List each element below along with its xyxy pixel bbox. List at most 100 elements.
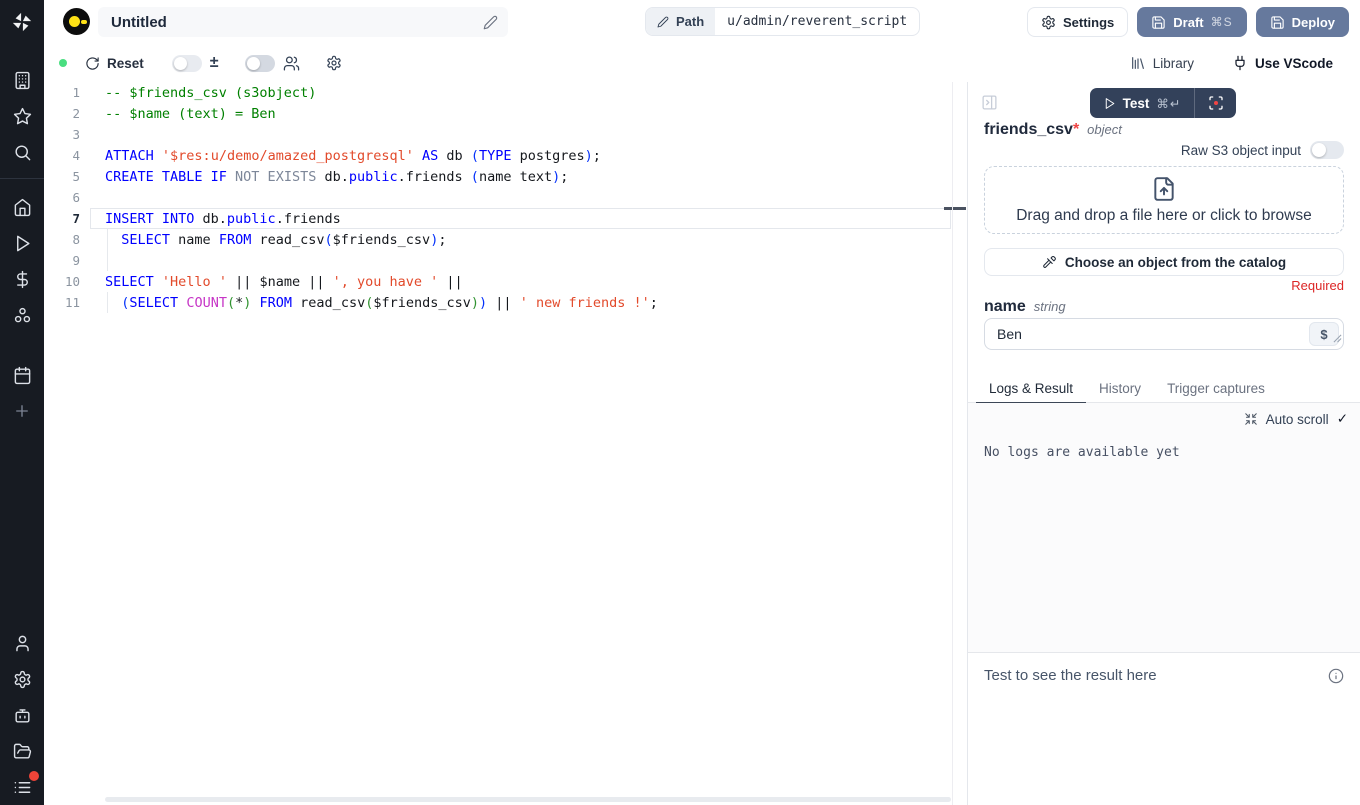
home-icon[interactable] <box>0 189 44 225</box>
test-button-group: Test ⌘↵ <box>1090 88 1236 118</box>
required-asterisk: * <box>1073 121 1079 138</box>
name-input-wrapper: $ <box>984 318 1344 350</box>
code-text: INSERT INTO db.public.friends <box>94 211 341 227</box>
variables-dollar-icon[interactable] <box>0 261 44 297</box>
code-line-3[interactable]: 3 <box>44 124 952 145</box>
indent-guide <box>107 292 108 313</box>
use-vscode-button[interactable]: Use VScode <box>1232 55 1333 71</box>
runs-play-icon[interactable] <box>0 225 44 261</box>
workspace-icon[interactable] <box>0 62 44 98</box>
path-edit-button[interactable]: Path <box>646 8 715 35</box>
code-line-8[interactable]: 8 SELECT name FROM read_csv($friends_csv… <box>44 229 952 250</box>
code-text: CREATE TABLE IF NOT EXISTS db.public.fri… <box>94 169 568 185</box>
diff-mode-toggle[interactable] <box>172 55 202 72</box>
line-number[interactable]: 5 <box>44 169 94 184</box>
reset-button[interactable]: Reset <box>85 56 144 71</box>
run-panel: Test ⌘↵ friends_csv* object Raw S3 objec… <box>968 82 1360 805</box>
collapse-panel-icon[interactable] <box>981 94 998 111</box>
deploy-button[interactable]: Deploy <box>1256 7 1349 37</box>
info-icon[interactable] <box>1328 668 1344 684</box>
draft-button[interactable]: Draft ⌘S <box>1137 7 1246 37</box>
capture-test-icon[interactable] <box>1194 88 1236 118</box>
line-number[interactable]: 10 <box>44 274 94 289</box>
arg-type: string <box>1034 299 1066 314</box>
top-bar: Path u/admin/reverent_script Settings Dr… <box>44 0 1360 44</box>
script-title-field[interactable] <box>98 7 508 37</box>
reset-label: Reset <box>107 56 144 71</box>
code-text: ATTACH '$res:u/demo/amazed_postgresql' A… <box>94 148 601 164</box>
draft-label: Draft <box>1173 15 1203 30</box>
tab-trigger-captures[interactable]: Trigger captures <box>1154 378 1278 404</box>
code-line-2[interactable]: 2-- $name (text) = Ben <box>44 103 952 124</box>
line-number[interactable]: 4 <box>44 148 94 163</box>
raw-s3-toggle-row: Raw S3 object input <box>1181 141 1344 159</box>
file-dropzone[interactable]: Drag and drop a file here or click to br… <box>984 166 1344 234</box>
line-number[interactable]: 6 <box>44 190 94 205</box>
path-pill[interactable]: Path u/admin/reverent_script <box>645 7 920 36</box>
code-line-9[interactable]: 9 <box>44 250 952 271</box>
code-line-10[interactable]: 10SELECT 'Hello ' || $name || ', you hav… <box>44 271 952 292</box>
search-icon[interactable] <box>0 134 44 170</box>
settings-gear-icon[interactable] <box>0 661 44 697</box>
line-number[interactable]: 9 <box>44 253 94 268</box>
tab-history[interactable]: History <box>1086 378 1154 404</box>
user-icon[interactable] <box>0 625 44 661</box>
code-editor[interactable]: 1-- $friends_csv (s3object)2-- $name (te… <box>44 82 952 805</box>
settings-button[interactable]: Settings <box>1027 7 1128 37</box>
code-text: -- $friends_csv (s3object) <box>94 85 316 101</box>
autoscroll-checkmark[interactable]: ✓ <box>1337 411 1348 427</box>
favorites-star-icon[interactable] <box>0 98 44 134</box>
script-title-input[interactable] <box>111 14 483 31</box>
tab-logs-result[interactable]: Logs & Result <box>976 378 1086 404</box>
expand-logs-icon[interactable] <box>1244 412 1258 426</box>
file-upload-icon <box>1151 176 1177 202</box>
line-number[interactable]: 7 <box>44 211 94 226</box>
editor-scrollbar-track <box>952 82 953 805</box>
dropzone-text: Drag and drop a file here or click to br… <box>1016 207 1312 225</box>
multiplayer-users-icon[interactable] <box>283 55 300 72</box>
resize-grip[interactable] <box>1333 330 1342 348</box>
autoscroll-label[interactable]: Auto scroll <box>1266 412 1329 427</box>
name-input[interactable] <box>985 319 1299 349</box>
diff-icon[interactable]: ± <box>210 54 219 72</box>
pipette-icon <box>1042 255 1056 269</box>
editor-settings-gear-icon[interactable] <box>326 55 342 71</box>
resources-icon[interactable] <box>0 297 44 333</box>
line-number[interactable]: 3 <box>44 127 94 142</box>
horizontal-scrollbar[interactable] <box>105 797 951 802</box>
app-sidebar <box>0 0 44 805</box>
schedules-calendar-icon[interactable] <box>0 357 44 393</box>
folders-icon[interactable] <box>0 733 44 769</box>
audit-logs-list-icon[interactable] <box>0 769 44 805</box>
edit-title-pencil-icon[interactable] <box>483 15 498 30</box>
duckdb-language-icon <box>63 8 90 35</box>
code-line-6[interactable]: 6 <box>44 187 952 208</box>
result-tabs: Logs & Result History Trigger captures <box>968 378 1360 403</box>
logs-pane: Auto scroll ✓ No logs are available yet <box>968 403 1360 652</box>
code-text: (SELECT COUNT(*) FROM read_csv($friends_… <box>94 295 658 311</box>
create-plus-icon[interactable] <box>0 393 44 429</box>
line-number[interactable]: 2 <box>44 106 94 121</box>
code-text: SELECT 'Hello ' || $name || ', you have … <box>94 274 463 290</box>
line-number[interactable]: 8 <box>44 232 94 247</box>
test-button[interactable]: Test ⌘↵ <box>1090 88 1194 118</box>
result-pane: Test to see the result here <box>968 652 1360 805</box>
line-number[interactable]: 1 <box>44 85 94 100</box>
code-line-1[interactable]: 1-- $friends_csv (s3object) <box>44 82 952 103</box>
line-number[interactable]: 11 <box>44 295 94 310</box>
multiplayer-toggle[interactable] <box>245 55 275 72</box>
windmill-logo-icon[interactable] <box>0 0 44 44</box>
arg-type: object <box>1087 122 1122 137</box>
path-label: Path <box>676 14 704 29</box>
choose-catalog-label: Choose an object from the catalog <box>1065 255 1286 270</box>
test-label: Test <box>1123 96 1150 111</box>
code-line-5[interactable]: 5CREATE TABLE IF NOT EXISTS db.public.fr… <box>44 166 952 187</box>
code-line-7[interactable]: 7INSERT INTO db.public.friends <box>44 208 952 229</box>
code-line-11[interactable]: 11 (SELECT COUNT(*) FROM read_csv($frien… <box>44 292 952 313</box>
library-button[interactable]: Library <box>1130 55 1194 71</box>
status-dot <box>59 59 67 67</box>
workers-bot-icon[interactable] <box>0 697 44 733</box>
raw-s3-toggle[interactable] <box>1310 141 1344 159</box>
code-line-4[interactable]: 4ATTACH '$res:u/demo/amazed_postgresql' … <box>44 145 952 166</box>
choose-catalog-button[interactable]: Choose an object from the catalog <box>984 248 1344 276</box>
